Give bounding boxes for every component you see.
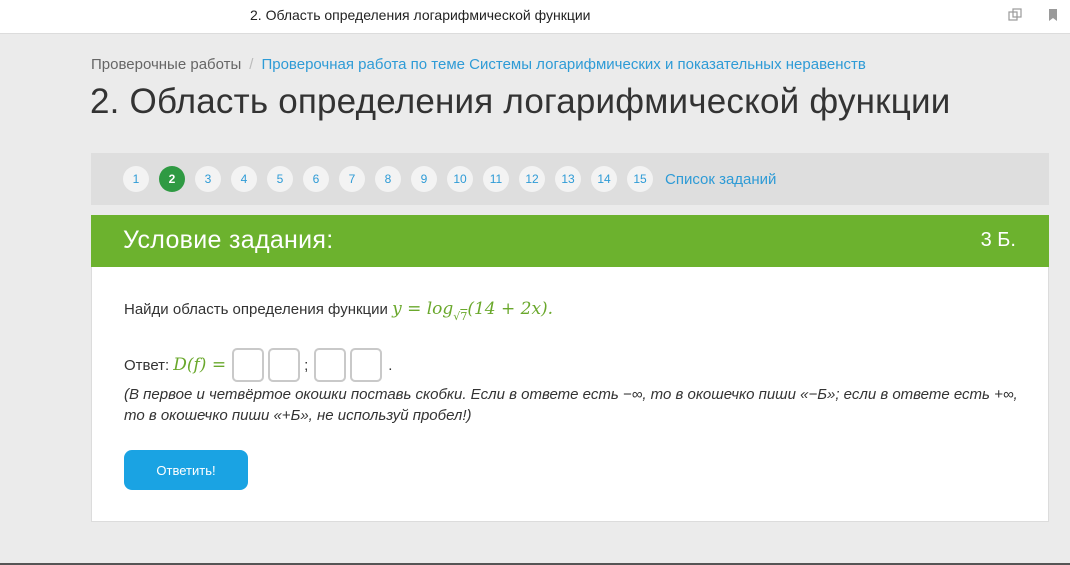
formula-lhs: y = (392, 299, 427, 319)
answer-box-3[interactable] (314, 348, 347, 382)
task-number-9[interactable]: 9 (411, 166, 437, 192)
task-header: Условие задания: 3 Б. (91, 215, 1049, 267)
task-score: 3 Б. (980, 229, 1016, 251)
formula-end: . (547, 299, 554, 319)
submit-button[interactable]: Ответить! (124, 450, 248, 490)
formula-base: √7 (453, 310, 467, 323)
answer-label: Ответ: (124, 356, 170, 374)
task-number-13[interactable]: 13 (555, 166, 581, 192)
task-number-7[interactable]: 7 (339, 166, 365, 192)
breadcrumb-root[interactable]: Проверочные работы (91, 56, 241, 73)
task-navigation: 1 2 3 4 5 6 7 8 9 10 11 12 13 14 15 Спис… (91, 153, 1049, 205)
answer-hint: (В первое и четвёртое окошки поставь ско… (124, 386, 1018, 424)
task-number-2-active[interactable]: 2 (159, 166, 185, 192)
breadcrumb-separator: / (249, 56, 254, 73)
task-number-6[interactable]: 6 (303, 166, 329, 192)
answer-box-4[interactable] (350, 348, 383, 382)
function-formula: y = log√7(14 + 2x). (392, 299, 554, 323)
task-body: Найди область определения функции y = lo… (91, 267, 1049, 522)
formula-log: log (426, 299, 454, 319)
answer-box-1[interactable] (232, 348, 265, 382)
formula-argument: (14 + 2x) (467, 299, 548, 319)
task-number-10[interactable]: 10 (447, 166, 473, 192)
task-number-11[interactable]: 11 (483, 166, 509, 192)
task-number-1[interactable]: 1 (123, 166, 149, 192)
task-number-3[interactable]: 3 (195, 166, 221, 192)
breadcrumb: Проверочные работы / Проверочная работа по… (91, 56, 866, 73)
answer-separator: ; (304, 356, 309, 374)
question: Найди область определения функции y = lo… (124, 299, 553, 323)
top-bar: 2. Область определения логарифмической ф… (0, 0, 1070, 34)
task-number-4[interactable]: 4 (231, 166, 257, 192)
question-text: Найди область определения функции (124, 301, 388, 318)
task-number-5[interactable]: 5 (267, 166, 293, 192)
bookmark-icon[interactable] (1045, 7, 1061, 23)
task-number-15[interactable]: 15 (627, 166, 653, 192)
page-title: 2. Область определения логарифмической ф… (90, 82, 951, 121)
answer-formula: D(f) = (173, 355, 227, 375)
task-header-title: Условие задания: (123, 226, 334, 254)
answer-end-dot: . (388, 356, 393, 374)
copy-icon[interactable] (1007, 7, 1023, 23)
window-title: 2. Область определения логарифмической ф… (250, 7, 591, 23)
task-list-link[interactable]: Список заданий (665, 171, 776, 188)
breadcrumb-current-link[interactable]: Проверочная работа по теме Системы логар… (261, 56, 865, 73)
task-number-14[interactable]: 14 (591, 166, 617, 192)
answer-row: Ответ: D(f) = ; . (124, 347, 392, 383)
task-number-12[interactable]: 12 (519, 166, 545, 192)
task-number-8[interactable]: 8 (375, 166, 401, 192)
answer-box-2[interactable] (268, 348, 301, 382)
